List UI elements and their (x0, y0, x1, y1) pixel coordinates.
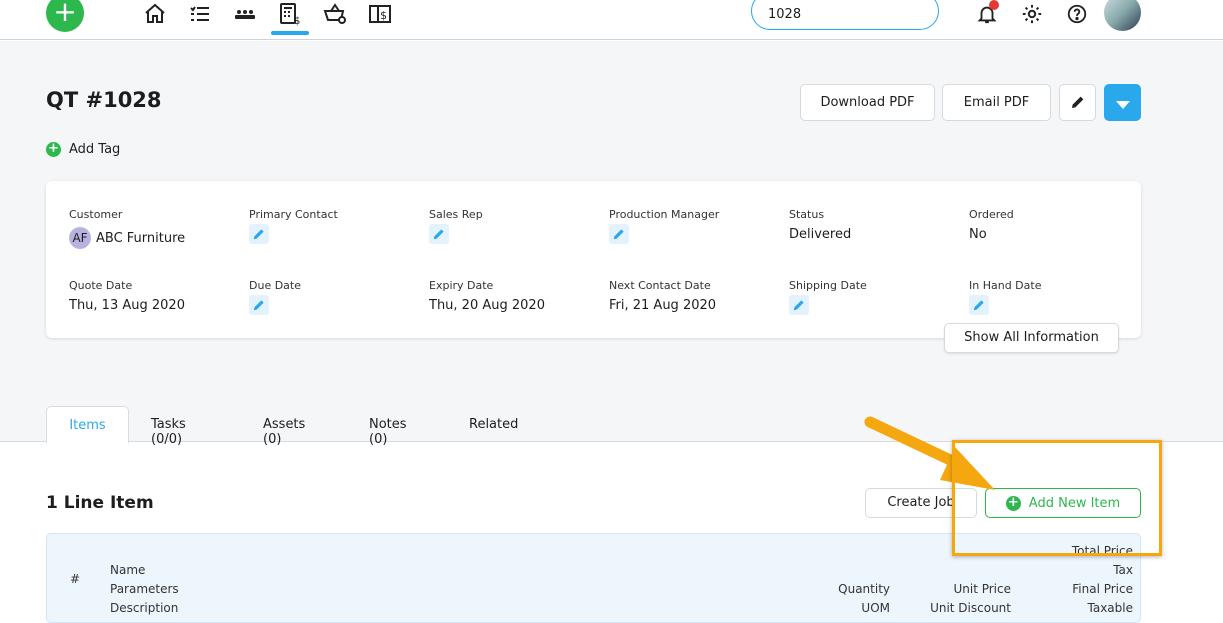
status-value[interactable]: Delivered (789, 227, 851, 242)
tab-related[interactable]: Related (469, 406, 518, 443)
download-pdf-button[interactable]: Download PDF (800, 84, 935, 121)
expiry-date-label: Expiry Date (429, 279, 494, 292)
in-hand-date-label: In Hand Date (969, 279, 1042, 292)
col-uom: UOM (861, 601, 890, 615)
search-input[interactable]: 1028 (751, 0, 939, 30)
caret-down-icon (1115, 101, 1130, 109)
plus-circle-icon: + (46, 142, 61, 157)
sales-rep-label: Sales Rep (429, 208, 483, 221)
more-actions-dropdown[interactable] (1104, 84, 1141, 121)
col-parameters: Parameters (110, 582, 179, 596)
tab-notes[interactable]: Notes (0) (369, 406, 407, 447)
col-quantity: Quantity (838, 582, 890, 596)
svg-text:$: $ (294, 16, 300, 26)
show-all-information-button[interactable]: Show All Information (944, 323, 1119, 353)
quote-info-card: Customer AF ABC Furniture Primary Contact … (46, 181, 1141, 338)
edit-due-date-icon[interactable] (249, 295, 269, 315)
col-description: Description (110, 601, 179, 615)
help-icon[interactable] (1066, 3, 1088, 25)
svg-text:$: $ (380, 9, 387, 22)
tasks-icon[interactable] (188, 2, 212, 26)
customer-avatar: AF (69, 227, 91, 249)
production-icon[interactable] (233, 2, 257, 26)
invoices-icon[interactable]: $ (368, 2, 392, 26)
edit-shipping-date-icon[interactable] (789, 295, 809, 315)
email-pdf-button[interactable]: Email PDF (942, 84, 1051, 121)
home-icon[interactable] (143, 2, 167, 26)
edit-in-hand-date-icon[interactable] (969, 295, 989, 315)
top-bar: + $ $ 1028 (0, 0, 1223, 40)
tab-items[interactable]: Items (46, 406, 129, 443)
expiry-date-value: Thu, 20 Aug 2020 (429, 298, 545, 313)
edit-sales-rep-icon[interactable] (429, 224, 449, 244)
annotation-highlight-box (952, 440, 1162, 556)
edit-primary-contact-icon[interactable] (249, 224, 269, 244)
notification-badge (989, 0, 999, 10)
add-tag-label: Add Tag (69, 142, 121, 157)
col-taxable: Taxable (1087, 601, 1134, 615)
ordered-label: Ordered (969, 208, 1014, 221)
primary-contact-label: Primary Contact (249, 208, 338, 221)
next-contact-value: Fri, 21 Aug 2020 (609, 298, 717, 313)
col-unit-price: Unit Price (953, 582, 1011, 596)
production-manager-label: Production Manager (609, 208, 720, 221)
col-name: Name (110, 563, 146, 577)
tab-assets[interactable]: Assets (0) (263, 406, 305, 447)
col-unit-discount: Unit Discount (930, 601, 1011, 615)
col-final-price: Final Price (1072, 582, 1133, 596)
customer-link[interactable]: ABC Furniture (96, 231, 185, 246)
edit-button[interactable] (1059, 84, 1096, 121)
create-button[interactable]: + (46, 0, 84, 32)
edit-production-manager-icon[interactable] (609, 224, 629, 244)
status-label: Status (789, 208, 825, 221)
ordered-value: No (969, 227, 987, 242)
customer-label: Customer (69, 208, 123, 221)
quotes-icon[interactable]: $ (278, 2, 302, 27)
page-title: QT #1028 (46, 88, 162, 112)
quote-date-label: Quote Date (69, 279, 133, 292)
quote-date-value: Thu, 13 Aug 2020 (69, 298, 185, 313)
gear-icon[interactable] (1021, 3, 1043, 25)
orders-icon[interactable] (323, 2, 347, 26)
col-tax: Tax (1113, 563, 1133, 577)
col-number: # (70, 572, 81, 586)
add-tag-button[interactable]: + Add Tag (46, 142, 120, 157)
user-avatar[interactable] (1104, 0, 1141, 31)
due-date-label: Due Date (249, 279, 301, 292)
line-items-title: 1 Line Item (46, 493, 154, 513)
pencil-icon (1071, 96, 1083, 108)
tab-tasks[interactable]: Tasks (0/0) (151, 406, 186, 447)
active-nav-indicator (271, 31, 309, 35)
next-contact-label: Next Contact Date (609, 279, 711, 292)
shipping-date-label: Shipping Date (789, 279, 867, 292)
